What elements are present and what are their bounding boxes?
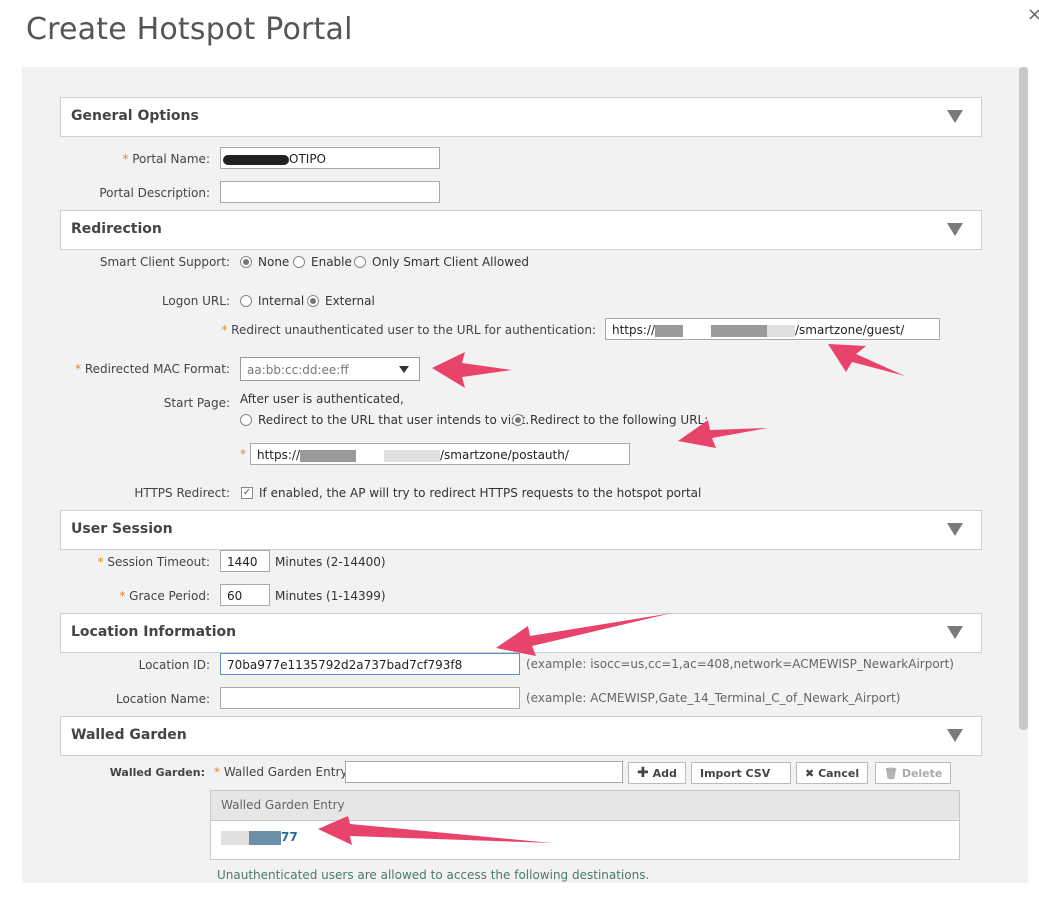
- redirect-unauth-url-input[interactable]: https:///smartzone/guest/: [605, 318, 940, 340]
- portal-description-input[interactable]: [220, 181, 440, 203]
- logon-external-radio[interactable]: [307, 295, 319, 307]
- section-title: General Options: [71, 108, 199, 124]
- grace-period-label: * Grace Period:: [119, 589, 210, 603]
- close-icon: ✖: [805, 767, 815, 780]
- location-id-label: Location ID:: [138, 658, 210, 672]
- redacted-mask: [711, 324, 768, 337]
- mac-format-select[interactable]: aa:bb:cc:dd:ee:ff: [240, 357, 420, 381]
- walled-garden-table: Walled Garden Entry 77: [210, 790, 960, 860]
- radio-label: Only Smart Client Allowed: [372, 255, 530, 269]
- redirect-unauth-label: * Redirect unauthenticated user to the U…: [221, 323, 596, 337]
- start-page-label: Start Page:: [163, 396, 230, 410]
- collapse-triangle-icon[interactable]: [947, 523, 963, 536]
- radio-label: External: [325, 294, 375, 308]
- logon-url-label: Logon URL:: [161, 294, 230, 308]
- smart-client-none-radio[interactable]: [240, 256, 252, 268]
- trash-icon: 🗑: [884, 767, 898, 780]
- redacted-mask: [655, 324, 684, 337]
- section-redirection[interactable]: Redirection: [60, 210, 982, 250]
- scrollbar[interactable]: [1019, 67, 1028, 730]
- portal-name-label: * Portal Name:: [122, 152, 210, 166]
- plus-icon: ✚: [637, 765, 649, 781]
- collapse-triangle-icon[interactable]: [947, 729, 963, 742]
- session-timeout-input[interactable]: 1440: [220, 550, 270, 572]
- section-user-session[interactable]: User Session: [60, 510, 982, 550]
- redacted-mask: [249, 830, 281, 845]
- collapse-triangle-icon[interactable]: [947, 110, 963, 123]
- walled-garden-label: Walled Garden:: [109, 766, 205, 779]
- redacted-mask: [221, 830, 249, 845]
- chevron-down-icon: [399, 366, 409, 373]
- smart-client-only-radio[interactable]: [354, 256, 366, 268]
- grace-period-input[interactable]: 60: [220, 584, 270, 606]
- table-row[interactable]: 77: [211, 821, 959, 854]
- session-timeout-units: Minutes (2-14400): [275, 555, 386, 569]
- radio-label: Redirect to the following URL:: [530, 413, 709, 427]
- mac-format-label: * Redirected MAC Format:: [74, 362, 230, 376]
- collapse-triangle-icon[interactable]: [947, 223, 963, 236]
- walled-garden-entry-label: * Walled Garden Entry: [214, 765, 348, 779]
- section-title: Redirection: [71, 221, 162, 237]
- cancel-button[interactable]: ✖ Cancel: [796, 762, 869, 784]
- start-page-intended-radio[interactable]: [240, 414, 252, 426]
- location-name-example: (example: ACMEWISP,Gate_14_Terminal_C_of…: [526, 691, 901, 705]
- start-page-following-radio[interactable]: [512, 414, 524, 426]
- grace-period-units: Minutes (1-14399): [275, 589, 386, 603]
- section-title: User Session: [71, 521, 173, 537]
- radio-label: Enable: [311, 255, 352, 269]
- section-general-options[interactable]: General Options: [60, 97, 982, 137]
- https-redirect-checkbox[interactable]: ✓: [241, 487, 253, 499]
- location-id-example: (example: isocc=us,cc=1,ac=408,network=A…: [526, 657, 954, 671]
- radio-label: None: [258, 255, 290, 269]
- redacted-mask: [767, 324, 796, 337]
- redacted-mask: [300, 449, 357, 462]
- collapse-triangle-icon[interactable]: [947, 626, 963, 639]
- redacted-mask: [223, 154, 289, 165]
- add-button[interactable]: ✚ Add: [628, 762, 686, 784]
- walled-garden-footer: Unauthenticated users are allowed to acc…: [217, 868, 650, 882]
- walled-garden-entry-input[interactable]: [345, 761, 623, 783]
- portal-description-label: Portal Description:: [99, 186, 210, 200]
- radio-label: Redirect to the URL that user intends to…: [258, 413, 530, 427]
- radio-label: Internal: [258, 294, 305, 308]
- location-id-input[interactable]: 70ba977e1135792d2a737bad7cf793f8: [220, 653, 520, 675]
- https-redirect-label: HTTPS Redirect:: [134, 486, 230, 500]
- import-csv-button[interactable]: Import CSV: [691, 762, 791, 784]
- start-page-url-input[interactable]: https:///smartzone/postauth/: [250, 443, 630, 465]
- logon-internal-radio[interactable]: [240, 295, 252, 307]
- smart-client-label: Smart Client Support:: [99, 255, 230, 269]
- delete-button[interactable]: 🗑 Delete: [875, 762, 952, 784]
- page-title: Create Hotspot Portal: [26, 12, 353, 47]
- location-name-label: Location Name:: [115, 692, 210, 706]
- close-icon[interactable]: ×: [1027, 4, 1039, 25]
- start-page-note: After user is authenticated,: [240, 392, 404, 406]
- https-redirect-text: If enabled, the AP will try to redirect …: [259, 486, 702, 500]
- section-title: Location Information: [71, 624, 237, 640]
- section-location-information[interactable]: Location Information: [60, 613, 982, 653]
- session-timeout-label: * Session Timeout:: [97, 555, 211, 569]
- required-mark: *: [240, 447, 246, 461]
- table-header: Walled Garden Entry: [211, 791, 959, 821]
- smart-client-enable-radio[interactable]: [293, 256, 305, 268]
- location-name-input[interactable]: [220, 687, 520, 709]
- portal-name-input[interactable]: OTIPO: [220, 147, 440, 169]
- section-title: Walled Garden: [71, 727, 187, 743]
- redacted-mask: [384, 449, 441, 462]
- section-walled-garden[interactable]: Walled Garden: [60, 716, 982, 756]
